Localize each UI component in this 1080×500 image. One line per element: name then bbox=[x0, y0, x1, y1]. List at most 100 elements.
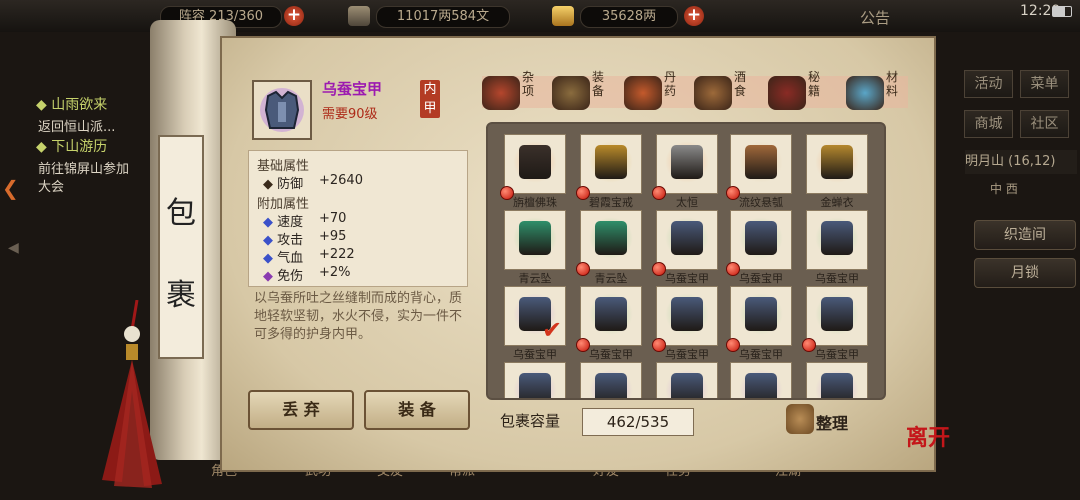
menu-button[interactable]: 菜单 bbox=[1020, 70, 1069, 98]
attribute-box: 基础属性 ◆ 防御 +2640 附加属性 ◆ 速度 +70 ◆ 攻击 +95 ◆ 气血… bbox=[248, 150, 468, 287]
extra-attr-row: ◆ 免伤 +2% bbox=[263, 265, 351, 284]
category-icon bbox=[482, 76, 520, 110]
discard-button[interactable]: 丢 弃 bbox=[248, 390, 354, 430]
gold-ingot-icon bbox=[552, 6, 574, 26]
inventory-slot[interactable] bbox=[806, 286, 868, 346]
inventory-slot[interactable] bbox=[656, 134, 718, 194]
armor-icon bbox=[595, 297, 627, 331]
side-arrow-icon[interactable]: ◀ bbox=[8, 240, 19, 256]
inventory-slot[interactable] bbox=[504, 210, 566, 270]
extra-attr-header: 附加属性 bbox=[257, 197, 310, 212]
tab-0[interactable]: 杂项 bbox=[482, 70, 550, 118]
inventory-slot[interactable] bbox=[806, 362, 868, 398]
new-item-dot-icon bbox=[576, 262, 590, 276]
armor-icon bbox=[671, 221, 703, 255]
tab-label: 秘籍 bbox=[808, 70, 821, 98]
quest-tracker[interactable]: ◆ 山雨欲来 返回恒山派... ◆ 下山游历 前往锦屏山参加 大会 bbox=[0, 90, 160, 200]
pendant-icon bbox=[519, 221, 551, 255]
tab-label: 装备 bbox=[592, 70, 605, 98]
inventory-slot[interactable] bbox=[806, 134, 868, 194]
armor-icon bbox=[595, 373, 627, 398]
pendant-icon bbox=[595, 221, 627, 255]
dagger-icon bbox=[671, 145, 703, 179]
armor-icon bbox=[745, 297, 777, 331]
add-gold-button[interactable]: + bbox=[684, 6, 704, 26]
inventory-slot[interactable] bbox=[504, 362, 566, 398]
armor-icon bbox=[671, 297, 703, 331]
quest-title[interactable]: ◆ 下山游历 bbox=[36, 136, 107, 156]
inventory-grid[interactable]: 旃檀佛珠 碧霞宝戒 太恒 流纹悬瓠 金蝉衣 青云坠 青云坠 乌蚕宝甲 乌蚕宝甲 乌蚕宝甲 乌蚕宝甲 ✔… bbox=[486, 122, 886, 400]
sort-button[interactable]: 整理 bbox=[816, 410, 848, 434]
category-icon bbox=[694, 76, 732, 110]
tab-1[interactable]: 装备 bbox=[552, 70, 620, 118]
selected-item-slot bbox=[252, 80, 312, 140]
tab-label: 酒食 bbox=[734, 70, 747, 98]
money-icon bbox=[348, 6, 370, 26]
new-item-dot-icon bbox=[652, 338, 666, 352]
new-item-dot-icon bbox=[726, 338, 740, 352]
item-description: 以乌蚕所吐之丝缝制而成的背心，质地轻软坚韧，水火不侵，实为一件不可多得的护身内甲… bbox=[254, 291, 463, 342]
quest-subtitle: 返回恒山派... bbox=[38, 120, 116, 135]
new-item-dot-icon bbox=[652, 186, 666, 200]
armor-icon bbox=[519, 373, 551, 398]
money-bag-icon[interactable] bbox=[786, 404, 814, 434]
inventory-slot[interactable] bbox=[580, 286, 642, 346]
inventory-slot[interactable] bbox=[730, 210, 792, 270]
inventory-slot[interactable] bbox=[656, 362, 718, 398]
item-name: 乌蚕宝甲 bbox=[322, 80, 383, 98]
inventory-slot[interactable] bbox=[580, 134, 642, 194]
armor-icon bbox=[821, 221, 853, 255]
attr-name: 免伤 bbox=[277, 269, 304, 284]
attr-value: +70 bbox=[319, 211, 347, 226]
armor-icon bbox=[671, 373, 703, 398]
inventory-slot[interactable] bbox=[504, 134, 566, 194]
item-name-label: 金蝉衣 bbox=[820, 196, 854, 209]
tab-2[interactable]: 丹药 bbox=[624, 70, 692, 118]
notice-button[interactable]: 公告 bbox=[860, 7, 890, 28]
inventory-slot[interactable] bbox=[656, 210, 718, 270]
tab-label: 材料 bbox=[886, 70, 899, 98]
shop-button[interactable]: 商城 bbox=[964, 110, 1013, 138]
moon-lock-button[interactable]: 月锁 bbox=[974, 258, 1076, 288]
equip-button[interactable]: 装 备 bbox=[364, 390, 470, 430]
extra-attr-row: ◆ 气血 +222 bbox=[263, 247, 355, 266]
inventory-slot[interactable] bbox=[656, 286, 718, 346]
attr-value: +95 bbox=[319, 229, 347, 244]
add-team-button[interactable]: + bbox=[284, 6, 304, 26]
armor-icon bbox=[821, 373, 853, 398]
inventory-slot[interactable] bbox=[580, 210, 642, 270]
tab-label: 丹药 bbox=[664, 70, 677, 98]
category-icon bbox=[846, 76, 884, 110]
attr-value: +2% bbox=[319, 265, 351, 280]
item-type-stamp: 内甲 bbox=[420, 80, 440, 118]
tab-5[interactable]: 材料 bbox=[846, 70, 914, 118]
inventory-slot[interactable] bbox=[730, 134, 792, 194]
tab-4[interactable]: 秘籍 bbox=[768, 70, 836, 118]
community-button[interactable]: 社区 bbox=[1020, 110, 1069, 138]
battery-icon bbox=[1052, 6, 1072, 17]
inventory-slot[interactable] bbox=[730, 362, 792, 398]
money-amount: 11017两584文 bbox=[376, 6, 510, 28]
collapse-arrow-icon[interactable]: ❮ bbox=[2, 176, 19, 200]
new-item-dot-icon bbox=[576, 338, 590, 352]
leave-button[interactable]: 离开 bbox=[906, 420, 950, 452]
tassel-icon bbox=[102, 300, 162, 488]
attr-name: 速度 bbox=[277, 215, 304, 230]
new-item-dot-icon bbox=[652, 262, 666, 276]
category-icon bbox=[552, 76, 590, 110]
new-item-dot-icon bbox=[802, 338, 816, 352]
attr-name: 攻击 bbox=[277, 233, 304, 248]
armor-icon bbox=[745, 221, 777, 255]
weaving-room-button[interactable]: 织造间 bbox=[974, 220, 1076, 250]
inventory-slot[interactable] bbox=[730, 286, 792, 346]
attr-value: +2640 bbox=[319, 173, 363, 188]
activity-button[interactable]: 活动 bbox=[964, 70, 1013, 98]
beads-icon bbox=[519, 145, 551, 179]
inventory-slot[interactable] bbox=[580, 362, 642, 398]
ring-icon bbox=[595, 145, 627, 179]
tab-3[interactable]: 酒食 bbox=[694, 70, 762, 118]
inventory-slot[interactable] bbox=[806, 210, 868, 270]
quest-title[interactable]: ◆ 山雨欲来 bbox=[36, 94, 107, 114]
compass: 中 西 bbox=[990, 182, 1018, 196]
quest-subtitle: 前往锦屏山参加 bbox=[38, 162, 130, 177]
